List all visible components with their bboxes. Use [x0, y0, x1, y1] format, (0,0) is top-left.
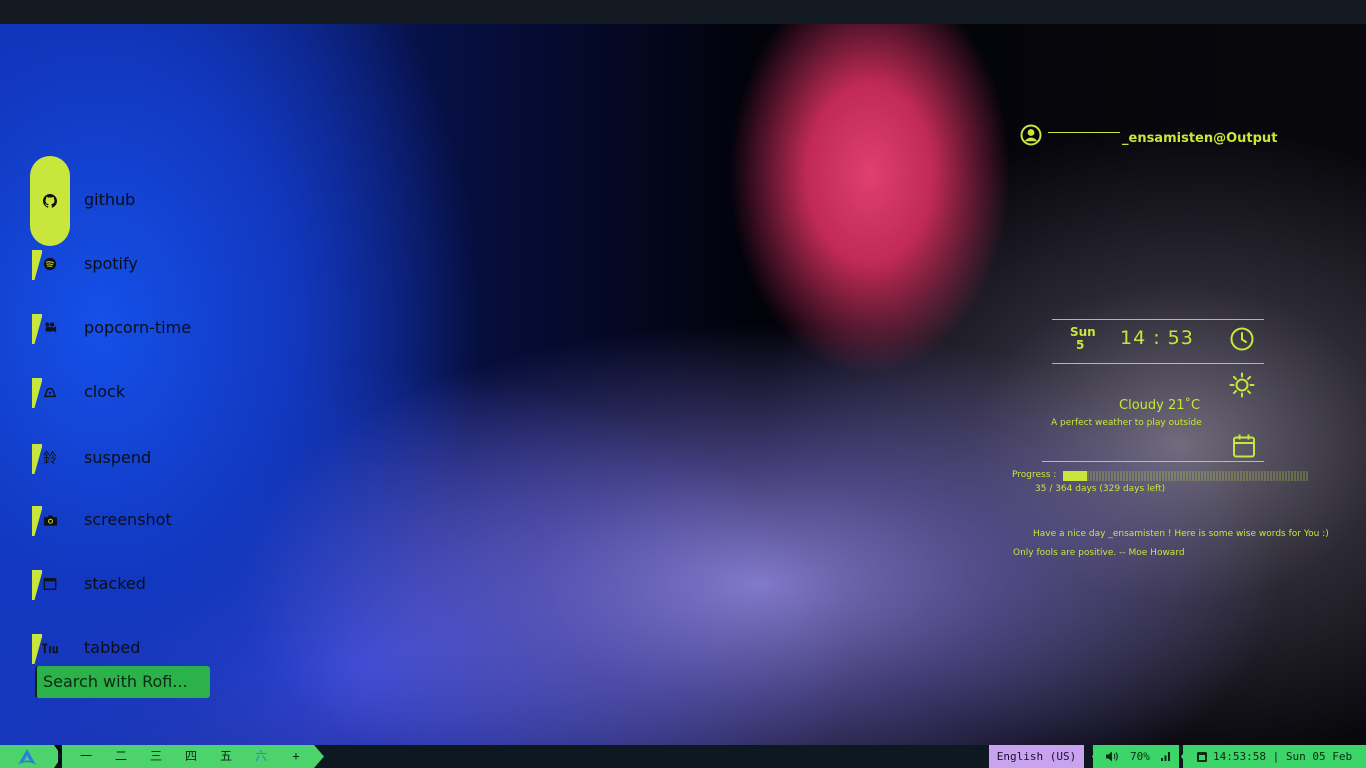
weather-status: Cloudy 21˚C	[1119, 398, 1201, 413]
greeting-text: Have a nice day _ensamisten ! Here is so…	[1033, 529, 1329, 539]
workspace-5[interactable]: 五	[212, 745, 240, 768]
clock-time: 14 : 53	[1120, 327, 1194, 349]
rofi-item-label: popcorn-time	[84, 318, 192, 337]
rofi-item-label: screenshot	[84, 510, 172, 529]
github-icon	[30, 156, 70, 246]
rofi-item-label: spotify	[84, 254, 138, 273]
rofi-item-stacked[interactable]: stacked	[30, 564, 250, 604]
rofi-item-clock[interactable]: clock	[30, 372, 250, 412]
user-underline	[1048, 132, 1120, 133]
workspace-3[interactable]: 三	[142, 745, 170, 768]
bottom-panel: 一 二 三 四 五 六 + English (US) 70% 14:53:58 …	[0, 745, 1366, 768]
day-name: Sun	[1070, 325, 1096, 339]
movie-camera-icon	[30, 308, 70, 348]
signal-icon	[1161, 752, 1170, 761]
rofi-item-suspend[interactable]: 鈴 suspend	[30, 438, 250, 478]
datetime-text: 14:53:58 | Sun 05 Feb	[1213, 750, 1353, 763]
separator-arrow	[314, 745, 324, 768]
year-progress-label: Progress :	[1012, 470, 1057, 480]
datetime-module[interactable]: 14:53:58 | Sun 05 Feb	[1183, 745, 1366, 768]
year-progress-days: 35 / 364 days (329 days left)	[1035, 484, 1166, 494]
spotify-icon	[30, 244, 70, 284]
add-workspace-button[interactable]: +	[282, 745, 310, 768]
alarm-clock-icon	[30, 372, 70, 412]
year-progress-fill	[1063, 471, 1087, 481]
workspace-switcher: 一 二 三 四 五 六 +	[62, 745, 314, 768]
rofi-item-label: suspend	[84, 448, 152, 467]
rofi-item-tabbed[interactable]: tabbed	[30, 628, 250, 668]
window-stacked-icon	[30, 564, 70, 604]
divider	[1052, 319, 1264, 320]
calendar-icon	[1233, 434, 1255, 458]
camera-icon	[30, 500, 70, 540]
clock-icon	[1230, 327, 1254, 351]
workspace-2[interactable]: 二	[107, 745, 135, 768]
day-number: 5	[1076, 338, 1085, 352]
rofi-item-github[interactable]: github	[30, 156, 250, 246]
divider	[1052, 363, 1264, 364]
workspace-1[interactable]: 一	[72, 745, 100, 768]
year-progress-bar	[1063, 471, 1308, 481]
rofi-item-spotify[interactable]: spotify	[30, 244, 250, 284]
volume-control[interactable]: 70%	[1093, 745, 1179, 768]
calendar-small-icon	[1197, 752, 1207, 762]
user-icon	[1020, 124, 1042, 146]
user-hostname: _ensamisten@Output	[1122, 131, 1278, 146]
speaker-icon	[1106, 751, 1118, 762]
workspace-6[interactable]: 六	[247, 745, 275, 768]
sun-icon	[1229, 372, 1255, 398]
rofi-item-screenshot[interactable]: screenshot	[30, 500, 250, 540]
tabbed-icon	[30, 628, 70, 668]
workspace-4[interactable]: 四	[177, 745, 205, 768]
quote-text: Only fools are positive. -- Moe Howard	[1013, 548, 1185, 558]
volume-percent: 70%	[1130, 750, 1150, 763]
rofi-item-label: stacked	[84, 574, 146, 593]
suspend-icon: 鈴	[30, 438, 70, 478]
rofi-item-label: tabbed	[84, 638, 141, 657]
divider	[1042, 461, 1264, 462]
rofi-item-popcorn-time[interactable]: popcorn-time	[30, 308, 250, 348]
weather-comment: A perfect weather to play outside	[1051, 418, 1202, 428]
rofi-launcher: github spotify popcorn-time clock 鈴 susp…	[0, 0, 260, 745]
rofi-item-label: clock	[84, 382, 126, 401]
arch-logo-icon	[18, 749, 36, 765]
app-launcher-button[interactable]	[0, 745, 58, 768]
rofi-item-label: github	[84, 190, 136, 209]
rofi-search-input[interactable]: Search with Rofi...	[35, 666, 210, 698]
keyboard-layout[interactable]: English (US)	[989, 745, 1084, 768]
